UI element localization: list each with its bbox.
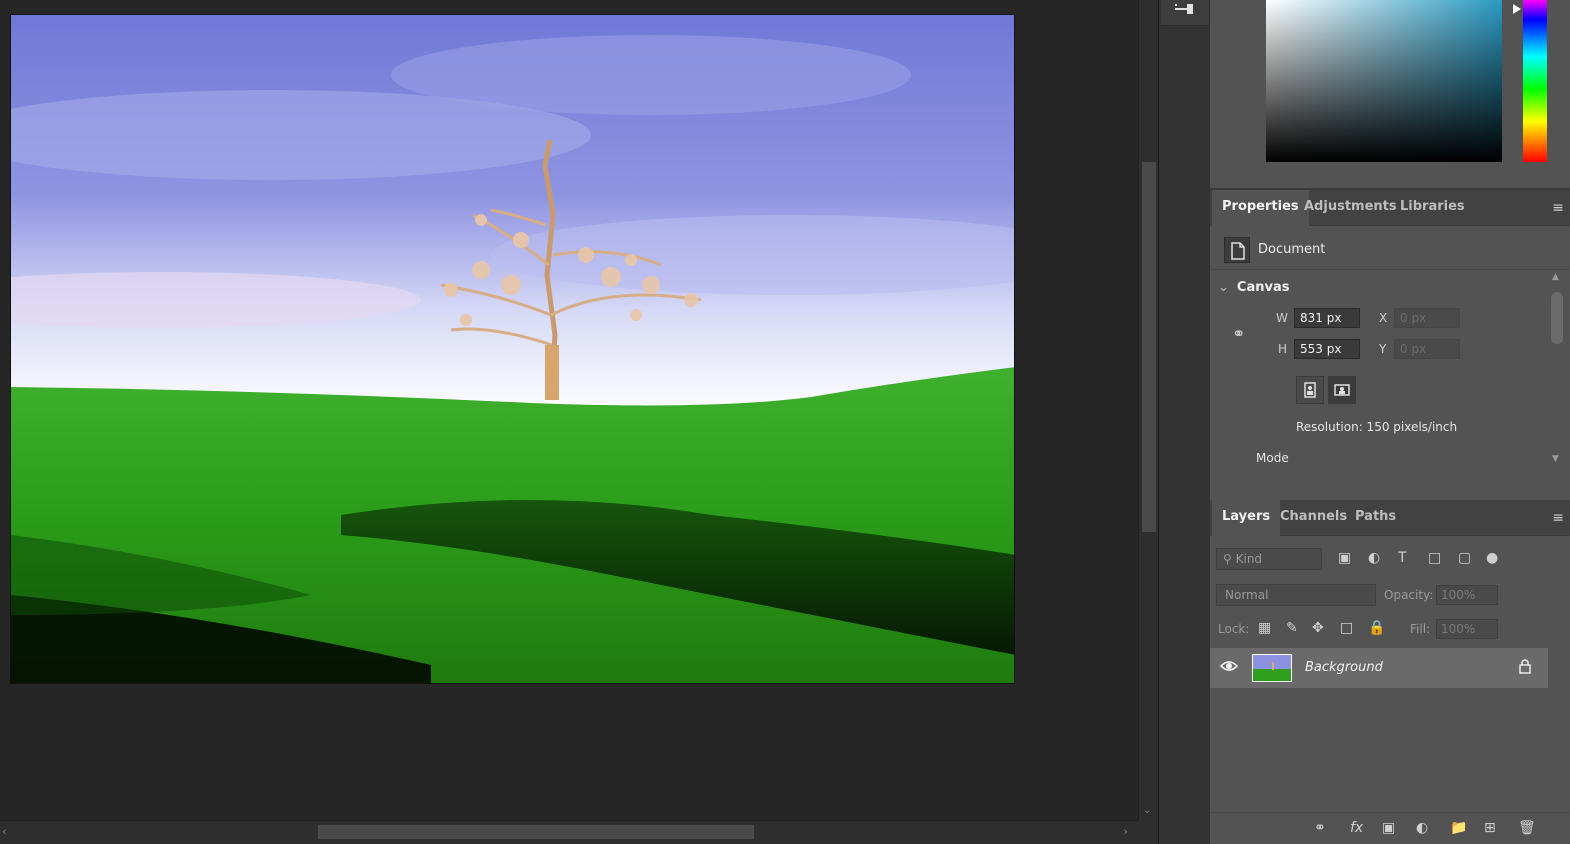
scroll-down-icon[interactable]: ▼ (1552, 454, 1559, 464)
layer-row-background[interactable]: Background (1210, 648, 1548, 688)
adjustment-filter-icon[interactable]: ◐ (1368, 550, 1380, 566)
layers-tabbar: Layers Channels Paths ≡ (1210, 500, 1570, 536)
properties-panel: Document ⌄ Canvas W 831 px X 0 px ⚭ H 553… (1210, 228, 1570, 498)
chevron-down-icon[interactable]: ⌄ (1218, 280, 1229, 295)
height-field[interactable]: 553 px (1294, 339, 1360, 359)
panel-menu-icon[interactable]: ≡ (1552, 510, 1564, 526)
lock-image-pixels-icon[interactable]: ✎ (1286, 620, 1298, 636)
scroll-up-icon[interactable]: ▲ (1552, 272, 1559, 282)
shape-filter-icon[interactable]: □ (1428, 550, 1441, 566)
scroll-right-icon[interactable]: › (1124, 825, 1128, 838)
width-field[interactable]: 831 px (1294, 308, 1360, 328)
blend-mode-select[interactable]: Normal (1216, 584, 1376, 606)
layers-panel: ⚲ Kind ▣ ◐ T □ ▢ ● Normal Opacity: 100% … (1210, 538, 1570, 844)
panel-menu-icon[interactable]: ≡ (1552, 200, 1564, 216)
properties-scroll-thumb[interactable] (1551, 292, 1563, 344)
hue-slider[interactable] (1523, 0, 1547, 162)
document-label: Document (1258, 242, 1326, 257)
link-dimensions-icon[interactable]: ⚭ (1232, 324, 1245, 343)
vertical-scrollbar[interactable]: ⌄ (1138, 0, 1158, 820)
vertical-scroll-thumb[interactable] (1142, 162, 1156, 532)
canvas-workspace[interactable] (0, 0, 1138, 820)
properties-toggle-icon[interactable] (1161, 0, 1209, 26)
pixel-filter-icon[interactable]: ▣ (1338, 550, 1351, 566)
mode-label: Mode (1256, 451, 1289, 465)
width-label: W (1276, 311, 1288, 325)
height-label: H (1278, 342, 1288, 356)
tab-libraries[interactable]: Libraries (1390, 190, 1475, 226)
filter-toggle-icon[interactable]: ● (1486, 550, 1498, 566)
landscape-orientation-button[interactable] (1328, 376, 1356, 404)
color-field[interactable] (1266, 0, 1502, 162)
x-field: 0 px (1394, 308, 1460, 328)
scroll-down-icon[interactable]: ⌄ (1143, 805, 1151, 816)
canvas-section-header[interactable]: ⌄ Canvas (1218, 280, 1289, 295)
search-icon: ⚲ (1223, 552, 1232, 566)
lock-position-icon[interactable]: ✥ (1312, 620, 1324, 636)
new-group-icon[interactable]: 📁 (1450, 820, 1467, 836)
type-filter-icon[interactable]: T (1398, 550, 1407, 566)
lock-transparent-pixels-icon[interactable]: ▦ (1258, 620, 1271, 636)
delete-layer-icon[interactable]: 🗑 (1518, 820, 1536, 836)
lock-label: Lock: (1218, 622, 1250, 636)
y-field: 0 px (1394, 339, 1460, 359)
layer-thumbnail (1252, 654, 1292, 682)
right-panel: Properties Adjustments Libraries ≡ Docum… (1210, 0, 1570, 844)
scroll-corner (1138, 820, 1158, 844)
document-image[interactable] (10, 14, 1015, 684)
properties-scrollbar[interactable]: ▲ ▼ (1548, 272, 1566, 464)
resolution-text: Resolution: 150 pixels/inch (1296, 420, 1458, 434)
y-label: Y (1379, 342, 1387, 356)
portrait-orientation-button[interactable] (1296, 376, 1324, 404)
link-layers-icon[interactable]: ⚭ (1314, 820, 1326, 836)
new-layer-icon[interactable]: ⊞ (1484, 820, 1496, 836)
opacity-label: Opacity: (1384, 588, 1434, 602)
kind-filter-select[interactable]: ⚲ Kind (1216, 548, 1322, 570)
canvas-section-label: Canvas (1236, 280, 1290, 295)
document-icon (1224, 237, 1250, 263)
layer-name[interactable]: Background (1305, 660, 1383, 675)
lock-all-icon[interactable]: 🔒 (1368, 620, 1385, 636)
scroll-left-icon[interactable]: ‹ (2, 825, 6, 838)
horizontal-scroll-thumb[interactable] (318, 825, 754, 839)
new-adjustment-layer-icon[interactable]: ◐ (1416, 820, 1428, 836)
horizontal-scrollbar[interactable]: ‹ › (0, 820, 1138, 844)
document-row: Document (1210, 228, 1570, 270)
smart-object-filter-icon[interactable]: ▢ (1458, 550, 1471, 566)
x-label: X (1379, 311, 1388, 325)
panel-toolstrip (1158, 0, 1210, 844)
kind-placeholder: Kind (1235, 552, 1263, 566)
add-mask-icon[interactable]: ▣ (1382, 820, 1395, 836)
tab-paths[interactable]: Paths (1345, 500, 1406, 536)
landscape-image (11, 15, 1014, 683)
properties-tabbar: Properties Adjustments Libraries ≡ (1210, 190, 1570, 226)
fill-field[interactable]: 100% (1436, 619, 1498, 639)
visibility-eye-icon[interactable] (1220, 659, 1238, 673)
opacity-field[interactable]: 100% (1436, 585, 1498, 605)
hue-marker-icon[interactable] (1513, 4, 1521, 14)
layer-style-fx-icon[interactable]: fx (1350, 820, 1363, 836)
fill-label: Fill: (1410, 622, 1431, 636)
layer-lock-icon[interactable] (1518, 658, 1532, 674)
layers-footer: ⚭ fx ▣ ◐ 📁 ⊞ 🗑 (1210, 812, 1570, 844)
color-picker-panel (1210, 0, 1570, 190)
lock-artboard-icon[interactable]: □ (1340, 620, 1353, 636)
